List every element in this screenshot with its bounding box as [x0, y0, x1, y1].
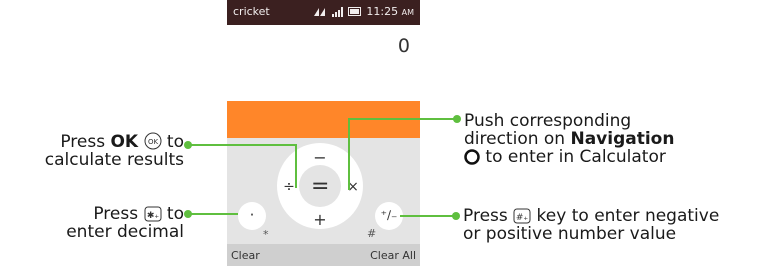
divide-key[interactable]: ÷	[282, 179, 296, 195]
decimal-callout-line2: enter decimal	[66, 222, 184, 242]
status-icons: 11:25 AM	[313, 5, 414, 18]
nav-connector-vertical	[348, 118, 350, 190]
ok-callout-line2: calculate results	[44, 150, 184, 170]
signal-icon	[332, 6, 344, 17]
ok-callout: Press OK OK to calculate results	[44, 132, 184, 170]
nav-callout-line1: Push corresponding	[464, 111, 632, 131]
ok-connector	[188, 144, 296, 146]
ok-connector-dot	[184, 141, 192, 149]
ok-connector-vertical	[295, 144, 297, 188]
nav-connector	[348, 118, 456, 120]
sign-key[interactable]: ⁺∕₋	[375, 202, 403, 230]
softkey-bar: Clear Clear All	[227, 244, 420, 266]
add-key[interactable]: +	[313, 210, 327, 229]
decimal-connector	[188, 213, 238, 215]
negative-connector-dot	[452, 212, 460, 220]
decimal-hint: *	[263, 228, 269, 241]
subtract-key[interactable]: −	[313, 148, 327, 167]
decimal-key[interactable]: ·	[238, 202, 266, 230]
negative-connector	[400, 215, 454, 217]
clear-softkey[interactable]: Clear	[231, 249, 260, 262]
svg-text:OK: OK	[147, 138, 158, 146]
decimal-connector-dot	[184, 210, 192, 218]
status-bar: cricket 11:25 AM	[227, 0, 420, 25]
hash-key-icon: #₊	[513, 208, 531, 224]
battery-icon	[348, 7, 362, 16]
negative-callout-line2: or positive number value	[463, 224, 677, 244]
calculator-screen: cricket 11:25 AM 0 − + ÷ × = · * ⁺∕₋ # C…	[227, 0, 420, 266]
clear-all-softkey[interactable]: Clear All	[370, 249, 416, 262]
navigation-callout: Push corresponding direction on Navigati…	[464, 111, 675, 167]
ok-label: OK	[110, 132, 139, 152]
star-key-icon: ✱₊	[144, 206, 162, 222]
sign-hint: #	[367, 227, 377, 240]
nav-connector-dot	[453, 115, 461, 123]
decimal-callout: Press ✱₊ to enter decimal	[66, 204, 184, 242]
result-value: 0	[397, 35, 410, 57]
svg-text:✱₊: ✱₊	[146, 211, 159, 221]
ok-button-icon: OK	[144, 132, 162, 150]
keypad: − + ÷ × = · * ⁺∕₋ #	[227, 138, 420, 244]
svg-text:#₊: #₊	[516, 213, 529, 223]
clock: 11:25 AM	[366, 5, 414, 18]
equals-key[interactable]: =	[311, 174, 329, 199]
navigation-ring-icon	[464, 149, 480, 165]
carrier-label: cricket	[233, 5, 270, 18]
negative-callout: Press #₊ key to enter negative or positi…	[463, 206, 720, 244]
result-display: 0	[227, 25, 420, 101]
volte-icon	[314, 7, 326, 16]
navigation-label: Navigation	[570, 129, 675, 149]
